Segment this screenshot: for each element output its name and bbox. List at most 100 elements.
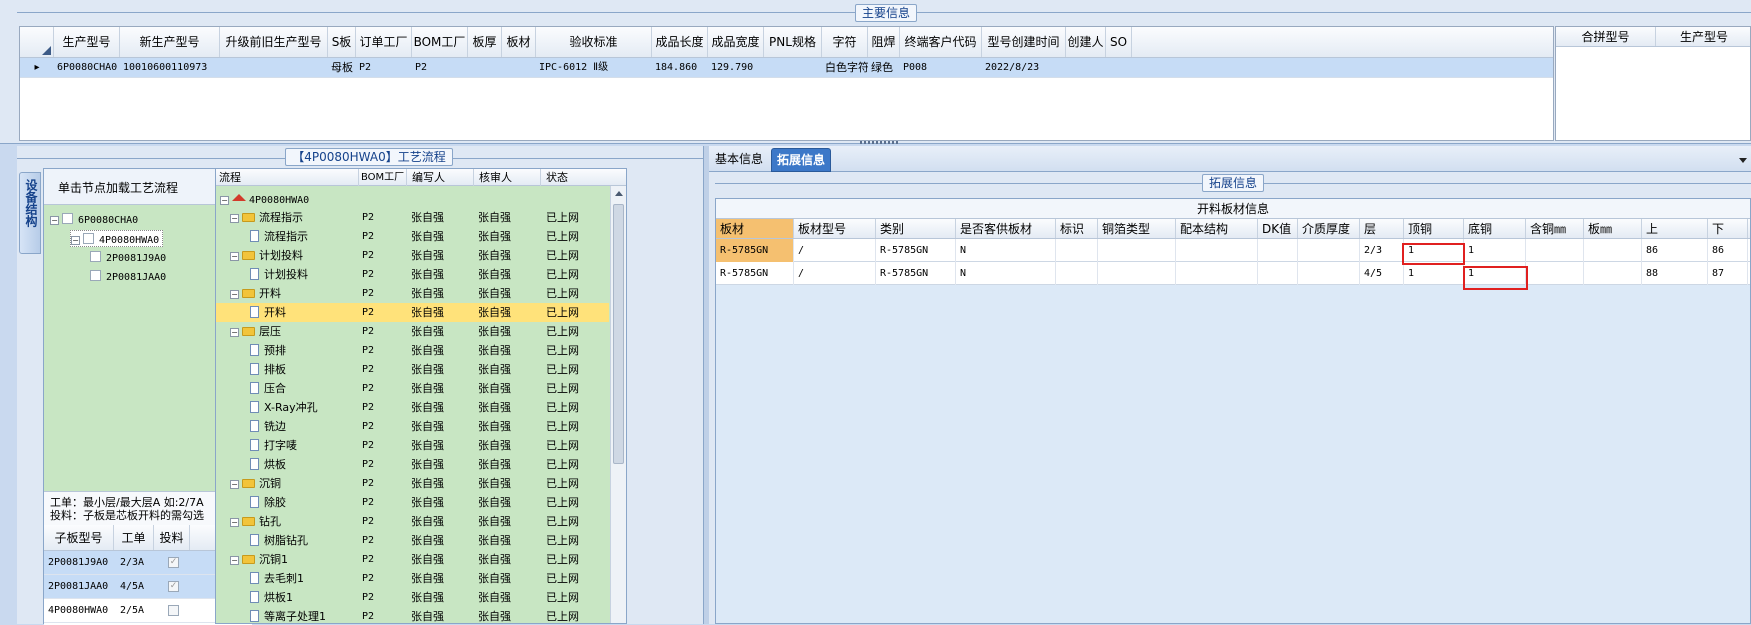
flow-row[interactable]: − 钻孔 P2 张自强 张自强 已上网 [216, 512, 609, 531]
flow-row[interactable]: 铣边 P2 张自强 张自强 已上网 [216, 417, 609, 436]
model-tree-node[interactable]: 2P0081JAA0 [90, 268, 166, 285]
material-col-header[interactable]: 板材型号 [794, 219, 876, 238]
material-cell [1056, 239, 1098, 262]
material-col-header[interactable]: 上 [1642, 219, 1708, 238]
flow-scrollbar[interactable] [610, 186, 626, 623]
collapse-icon[interactable]: − [230, 252, 239, 261]
material-col-header[interactable]: 含铜㎜ [1526, 219, 1584, 238]
main-col-header[interactable]: 新生产型号 [120, 27, 220, 57]
collapse-icon[interactable]: − [230, 556, 239, 565]
collapse-icon[interactable]: − [230, 290, 239, 299]
main-col-header[interactable]: 型号创建时间 [982, 27, 1066, 57]
document-icon [250, 382, 259, 394]
flow-row[interactable]: − 沉铜 P2 张自强 张自强 已上网 [216, 474, 609, 493]
collapse-icon[interactable]: − [230, 328, 239, 337]
material-col-header[interactable]: 板㎜ [1584, 219, 1642, 238]
tab-extend-info[interactable]: 拓展信息 [771, 148, 831, 172]
material-cell [1298, 262, 1360, 285]
flow-row[interactable]: 开料 P2 张自强 张自强 已上网 [216, 303, 609, 322]
flow-row[interactable]: 压合 P2 张自强 张自强 已上网 [216, 379, 609, 398]
main-col-header[interactable]: 验收标准 [536, 27, 652, 57]
material-col-header[interactable]: 是否客供板材 [956, 219, 1056, 238]
main-col-header[interactable]: 板材 [502, 27, 536, 57]
collapse-icon[interactable]: − [50, 216, 59, 225]
main-col-header[interactable]: 生产型号 [54, 27, 120, 57]
flow-row[interactable]: X-Ray冲孔 P2 张自强 张自强 已上网 [216, 398, 609, 417]
model-tree-node[interactable]: − 4P0080HWA0 [70, 230, 164, 247]
main-col-header[interactable]: 板厚 [468, 27, 502, 57]
main-col-header[interactable]: 创建人 [1066, 27, 1106, 57]
collapse-icon[interactable]: − [71, 236, 80, 245]
feed-checkbox[interactable]: ✓ [168, 557, 179, 568]
main-col-header[interactable]: 成品长度 [652, 27, 708, 57]
main-grid-header: 生产型号 新生产型号 升级前旧生产型号 S板 订单工厂 BOM工厂 板厚 板材 验收标准 成品长度… [20, 27, 1553, 58]
main-col-header[interactable]: 成品宽度 [708, 27, 764, 57]
material-col-header[interactable]: 配本结构 [1176, 219, 1258, 238]
flow-row[interactable]: 烘板 P2 张自强 张自强 已上网 [216, 455, 609, 474]
feed-checkbox[interactable] [168, 605, 179, 616]
material-row[interactable]: R-5785GN / R-5785GN N 2/3 1 1 86 86 [716, 239, 1750, 262]
flow-row[interactable]: 去毛刺1 P2 张自强 张自强 已上网 [216, 569, 609, 588]
main-grid-row[interactable]: ▸ 6P0080CHA0 10010600110973 母板 P2 P2 IPC-6012… [20, 58, 1553, 78]
material-col-header[interactable]: 下 [1708, 219, 1748, 238]
flow-row[interactable]: 除胶 P2 张自强 张自强 已上网 [216, 493, 609, 512]
model-tree[interactable]: − 6P0080CHA0 − 4P0080HWA0 2P0081J9A0 2P0081JA… [50, 211, 240, 351]
flow-row[interactable]: − 流程指示 P2 张自强 张自强 已上网 [216, 208, 609, 227]
material-cell: 86 [1708, 239, 1748, 262]
material-col-header[interactable]: 标识 [1056, 219, 1098, 238]
tab-dropdown-icon[interactable] [1739, 158, 1747, 163]
flow-bom: P2 [362, 383, 375, 394]
main-col-header[interactable]: 阻焊 [868, 27, 900, 57]
scroll-thumb[interactable] [613, 204, 624, 464]
main-col-header[interactable]: PNL规格 [764, 27, 822, 57]
flow-bom: P2 [362, 307, 375, 318]
extend-group-title: 拓展信息 [1202, 174, 1264, 192]
flow-row[interactable]: 树脂钻孔 P2 张自强 张自强 已上网 [216, 531, 609, 550]
flow-row[interactable]: 打字唛 P2 张自强 张自强 已上网 [216, 436, 609, 455]
material-col-header[interactable]: 铜箔类型 [1098, 219, 1176, 238]
collapse-icon[interactable]: − [230, 480, 239, 489]
flow-row[interactable]: − 层压 P2 张自强 张自强 已上网 [216, 322, 609, 341]
flow-row[interactable]: − 计划投料 P2 张自强 张自强 已上网 [216, 246, 609, 265]
main-col-header[interactable]: S板 [328, 27, 356, 57]
material-col-header[interactable]: 板材 [716, 219, 794, 238]
material-col-header[interactable]: DK值 [1258, 219, 1298, 238]
tree-checkbox[interactable] [90, 270, 101, 281]
splitter-grip[interactable] [860, 141, 900, 144]
main-col-header[interactable]: 终端客户代码 [900, 27, 982, 57]
flow-row[interactable]: 排板 P2 张自强 张自强 已上网 [216, 360, 609, 379]
tree-checkbox[interactable] [90, 251, 101, 262]
material-col-header[interactable]: 类别 [876, 219, 956, 238]
flow-row[interactable]: − 沉铜1 P2 张自强 张自强 已上网 [216, 550, 609, 569]
collapse-icon[interactable]: − [220, 196, 229, 205]
tree-checkbox[interactable] [83, 233, 94, 244]
flow-name-cell: 开料 [250, 303, 360, 322]
model-tree-node[interactable]: 2P0081J9A0 [90, 249, 166, 266]
flow-row[interactable]: − 开料 P2 张自强 张自强 已上网 [216, 284, 609, 303]
material-row[interactable]: R-5785GN / R-5785GN N 4/5 1 1 88 87 [716, 262, 1750, 285]
material-col-header[interactable]: 顶铜 [1404, 219, 1464, 238]
flow-row[interactable]: 等离子处理1 P2 张自强 张自强 已上网 [216, 607, 609, 625]
collapse-icon[interactable]: − [230, 518, 239, 527]
scroll-up-arrow[interactable] [615, 191, 623, 196]
main-col-header[interactable]: BOM工厂 [412, 27, 468, 57]
flow-row[interactable]: 计划投料 P2 张自强 张自强 已上网 [216, 265, 609, 284]
material-col-header[interactable]: 底铜 [1464, 219, 1526, 238]
feed-checkbox[interactable]: ✓ [168, 581, 179, 592]
main-col-header[interactable]: 字符 [822, 27, 868, 57]
tree-checkbox[interactable] [62, 213, 73, 224]
collapse-icon[interactable]: − [230, 214, 239, 223]
flow-name-cell: − 开料 [230, 284, 360, 303]
main-col-header[interactable]: SO [1106, 27, 1132, 57]
flow-row[interactable]: 烘板1 P2 张自强 张自强 已上网 [216, 588, 609, 607]
flow-row[interactable]: 预排 P2 张自强 张自强 已上网 [216, 341, 609, 360]
side-tab-device-structure[interactable]: 设备结构 [19, 172, 41, 254]
tab-basic-info[interactable]: 基本信息 [709, 148, 769, 172]
flow-row[interactable]: 流程指示 P2 张自强 张自强 已上网 [216, 227, 609, 246]
main-col-header[interactable]: 升级前旧生产型号 [220, 27, 328, 57]
material-col-header[interactable]: 介质厚度 [1298, 219, 1360, 238]
main-col-header[interactable]: 订单工厂 [356, 27, 412, 57]
model-tree-node[interactable]: − 6P0080CHA0 [50, 211, 138, 228]
material-col-header[interactable]: 层 [1360, 219, 1404, 238]
flow-root-node[interactable]: − 4P0080HWA0 [220, 191, 309, 208]
